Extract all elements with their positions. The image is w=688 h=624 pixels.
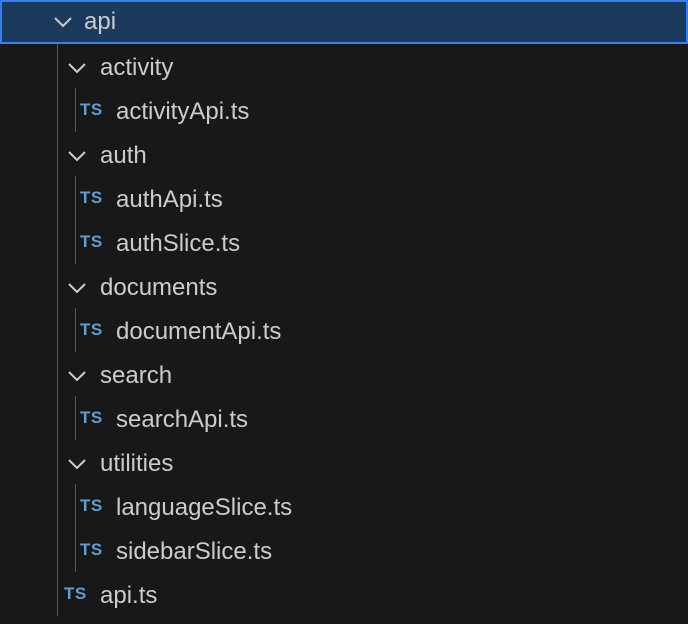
folder-row-documents[interactable]: documents <box>0 266 688 310</box>
typescript-icon: TS <box>80 100 103 119</box>
typescript-icon: TS <box>64 584 87 603</box>
file-row-languageSlice[interactable]: TS languageSlice.ts <box>0 486 688 530</box>
folder-row-api[interactable]: api <box>0 0 688 44</box>
chevron-down-icon <box>66 57 88 79</box>
file-row-searchApi[interactable]: TS searchApi.ts <box>0 398 688 442</box>
file-row-api[interactable]: TS api.ts <box>0 574 688 618</box>
chevron-down-icon <box>66 365 88 387</box>
file-label: authApi.ts <box>116 186 223 213</box>
typescript-icon: TS <box>80 188 103 207</box>
folder-row-auth[interactable]: auth <box>0 134 688 178</box>
folder-label: api <box>84 8 117 35</box>
typescript-icon: TS <box>80 540 103 559</box>
folder-row-utilities[interactable]: utilities <box>0 442 688 486</box>
typescript-icon: TS <box>80 408 103 427</box>
file-explorer-tree: api activity TS activityApi.ts auth TS a… <box>0 0 688 624</box>
file-row-sidebarSlice[interactable]: TS sidebarSlice.ts <box>0 530 688 574</box>
file-label: documentApi.ts <box>116 318 282 345</box>
chevron-down-icon <box>52 11 74 33</box>
file-label: languageSlice.ts <box>116 494 293 521</box>
file-row-activityApi[interactable]: TS activityApi.ts <box>0 90 688 134</box>
chevron-down-icon <box>66 453 88 475</box>
file-row-authApi[interactable]: TS authApi.ts <box>0 178 688 222</box>
file-label: authSlice.ts <box>116 230 241 257</box>
folder-label: documents <box>100 274 218 301</box>
typescript-icon: TS <box>80 496 103 515</box>
file-row-documentApi[interactable]: TS documentApi.ts <box>0 310 688 354</box>
file-label: activityApi.ts <box>116 98 250 125</box>
folder-label: auth <box>100 142 147 169</box>
file-label: api.ts <box>100 582 158 609</box>
folder-label: utilities <box>100 450 174 477</box>
file-row-authSlice[interactable]: TS authSlice.ts <box>0 222 688 266</box>
file-label: sidebarSlice.ts <box>116 538 273 565</box>
chevron-down-icon <box>66 277 88 299</box>
chevron-down-icon <box>66 145 88 167</box>
folder-row-activity[interactable]: activity <box>0 46 688 90</box>
file-label: searchApi.ts <box>116 406 249 433</box>
typescript-icon: TS <box>80 232 103 251</box>
folder-row-search[interactable]: search <box>0 354 688 398</box>
typescript-icon: TS <box>80 320 103 339</box>
folder-label: search <box>100 362 173 389</box>
folder-label: activity <box>100 54 174 81</box>
